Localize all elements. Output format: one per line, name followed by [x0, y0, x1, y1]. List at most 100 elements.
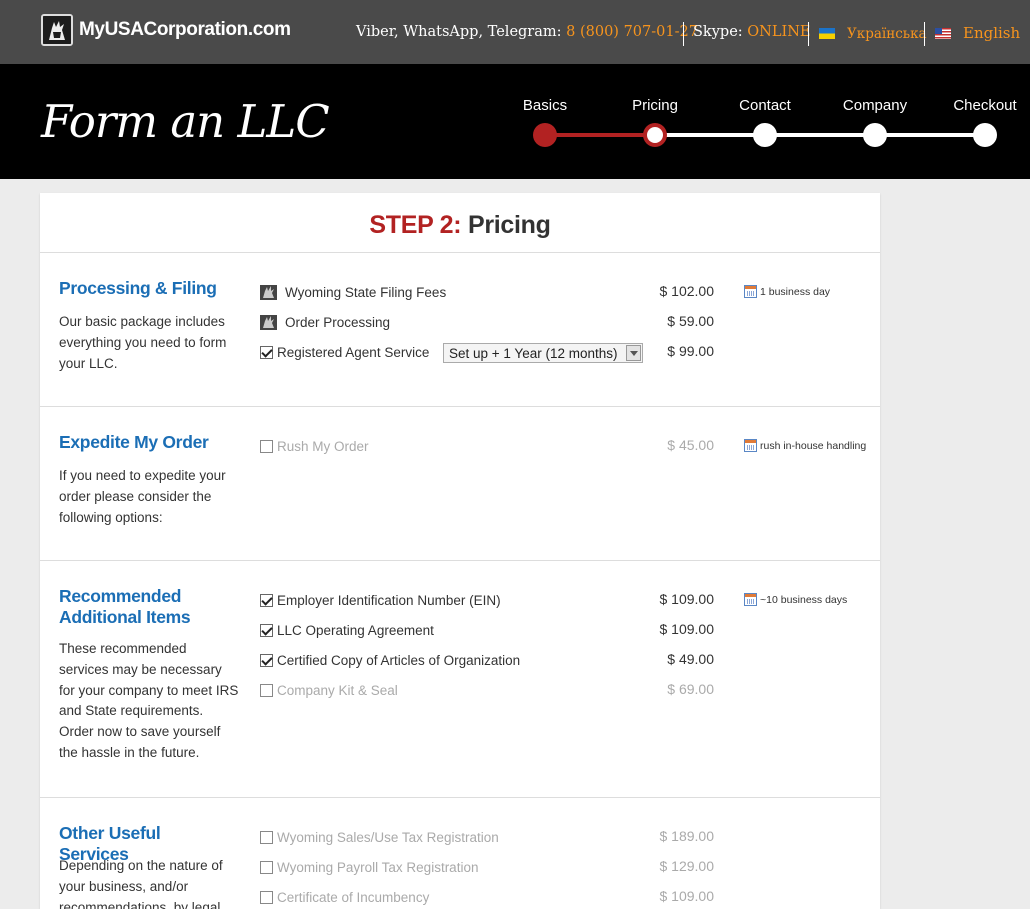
item-label: Wyoming State Filing Fees: [285, 284, 447, 300]
processing-time-note: rush in-house handling: [744, 439, 866, 452]
registered-agent-checkbox[interactable]: [260, 345, 273, 359]
item-price: $ 129.00: [659, 858, 715, 874]
contact-skype: Skype: ONLINE: [693, 24, 811, 40]
calendar-icon: [744, 439, 757, 452]
step-label-checkout[interactable]: Checkout: [930, 97, 1030, 114]
section-desc-expedite: If you need to expedite your order pleas…: [59, 468, 226, 525]
item-label: Employer Identification Number (EIN): [277, 592, 501, 608]
ukraine-flag-icon: [819, 28, 835, 39]
divider: [40, 252, 880, 253]
item-price: $ 109.00: [659, 591, 715, 607]
item-price: $ 49.00: [667, 651, 714, 667]
lang-ukrainian-link[interactable]: Українська: [847, 26, 927, 42]
step-label-contact[interactable]: Contact: [710, 97, 820, 114]
certified-copy-checkbox[interactable]: [260, 653, 273, 667]
divider: [924, 22, 925, 46]
item-label: Registered Agent Service: [277, 344, 430, 360]
step-label-basics[interactable]: Basics: [490, 97, 600, 114]
top-bar: MyUSACorporation.com Viber, WhatsApp, Te…: [0, 0, 1030, 64]
select-value: Set up + 1 Year (12 months): [449, 345, 618, 361]
rush-order-checkbox[interactable]: [260, 439, 273, 453]
line-item-certified-copy[interactable]: Certified Copy of Articles of Organizati…: [260, 650, 520, 670]
line-item-rush-order[interactable]: Rush My Order: [260, 436, 369, 456]
section-title-expedite: Expedite My Order: [59, 432, 209, 452]
skype-status[interactable]: ONLINE: [747, 24, 810, 40]
calendar-icon: [744, 593, 757, 606]
step-dot-checkout[interactable]: [973, 123, 997, 147]
line-item-company-kit[interactable]: Company Kit & Seal: [260, 680, 398, 700]
line-item-payroll-tax[interactable]: Wyoming Payroll Tax Registration: [260, 857, 478, 877]
section-desc-processing: Our basic package includes everything yo…: [59, 314, 227, 371]
section-title-processing: Processing & Filing: [59, 278, 217, 298]
operating-agreement-checkbox[interactable]: [260, 623, 273, 637]
progress-track-remaining: [655, 133, 985, 137]
item-label: Order Processing: [285, 314, 391, 330]
registered-agent-term-select[interactable]: Set up + 1 Year (12 months): [443, 343, 643, 363]
payroll-tax-checkbox[interactable]: [260, 860, 273, 874]
processing-time-text: 1 business day: [760, 285, 831, 298]
divider: [808, 22, 809, 46]
line-item-order-processing: Order Processing: [260, 312, 390, 332]
page-heading: Form an LLC: [41, 95, 330, 148]
logo-text: MyUSACorporation.com: [79, 19, 291, 40]
item-price: $ 109.00: [659, 888, 715, 904]
step-name: Pricing: [467, 211, 551, 239]
item-label: Rush My Order: [277, 438, 369, 454]
item-price: $ 69.00: [667, 681, 714, 697]
hero-banner: Form an LLC Basics Pricing Contact Compa…: [0, 64, 1030, 179]
progress-track-complete: [545, 133, 655, 137]
line-item-operating-agreement[interactable]: LLC Operating Agreement: [260, 620, 434, 640]
line-item-sales-tax[interactable]: Wyoming Sales/Use Tax Registration: [260, 827, 499, 847]
item-price: $ 109.00: [659, 621, 715, 637]
item-price: $ 102.00: [659, 283, 715, 299]
item-label: Certified Copy of Articles of Organizati…: [277, 652, 521, 668]
item-price: $ 59.00: [667, 313, 714, 329]
item-label: LLC Operating Agreement: [277, 622, 434, 638]
processing-time-text: ~10 business days: [760, 593, 848, 606]
item-price: $ 189.00: [659, 828, 715, 844]
messengers-label: Viber, WhatsApp, Telegram:: [356, 24, 562, 40]
ein-checkbox[interactable]: [260, 593, 273, 607]
item-label: Company Kit & Seal: [277, 682, 398, 698]
step-dot-company[interactable]: [863, 123, 887, 147]
section-desc-recommended: These recommended services may be necess…: [59, 641, 239, 760]
contact-messengers: Viber, WhatsApp, Telegram: 8 (800) 707-0…: [356, 24, 698, 40]
lang-english-link[interactable]: English: [963, 24, 1020, 42]
pricing-panel: STEP 2: Pricing Processing & Filing Our …: [40, 193, 880, 909]
step-dot-pricing[interactable]: [643, 123, 667, 147]
liberty-logo-icon: [41, 14, 73, 46]
step-label-pricing[interactable]: Pricing: [600, 97, 710, 114]
line-item-ein[interactable]: Employer Identification Number (EIN): [260, 590, 501, 610]
line-item-registered-agent[interactable]: Registered Agent Service: [260, 342, 429, 362]
section-desc-other: Depending on the nature of your business…: [59, 858, 223, 909]
incumbency-checkbox[interactable]: [260, 890, 273, 904]
step-label-company[interactable]: Company: [820, 97, 930, 114]
section-title-recommended: Recommended Additional Items: [59, 586, 191, 627]
step-dot-basics[interactable]: [533, 123, 557, 147]
item-label: Wyoming Sales/Use Tax Registration: [277, 829, 499, 845]
step-title: STEP 2: Pricing: [40, 211, 880, 240]
divider: [683, 22, 684, 46]
divider: [40, 406, 880, 407]
divider: [40, 797, 880, 798]
skype-label: Skype:: [693, 24, 743, 40]
phone-number[interactable]: 8 (800) 707-01-27: [566, 24, 698, 40]
step-dot-contact[interactable]: [753, 123, 777, 147]
processing-time-text: rush in-house handling: [760, 439, 867, 452]
us-flag-icon: [935, 28, 951, 39]
processing-time-note: ~10 business days: [744, 593, 847, 606]
sales-tax-checkbox[interactable]: [260, 830, 273, 844]
company-kit-checkbox[interactable]: [260, 683, 273, 697]
item-price: $ 45.00: [667, 437, 714, 453]
liberty-icon: [260, 314, 277, 330]
line-item-state-filing: Wyoming State Filing Fees: [260, 282, 446, 302]
item-label: Certificate of Incumbency: [277, 889, 430, 905]
site-logo[interactable]: MyUSACorporation.com: [41, 14, 291, 46]
calendar-icon: [744, 285, 757, 298]
divider: [40, 560, 880, 561]
line-item-incumbency[interactable]: Certificate of Incumbency: [260, 887, 429, 907]
step-number: STEP 2:: [369, 211, 462, 239]
processing-time-note: 1 business day: [744, 285, 830, 298]
item-label: Wyoming Payroll Tax Registration: [277, 859, 479, 875]
item-price: $ 99.00: [667, 343, 714, 359]
